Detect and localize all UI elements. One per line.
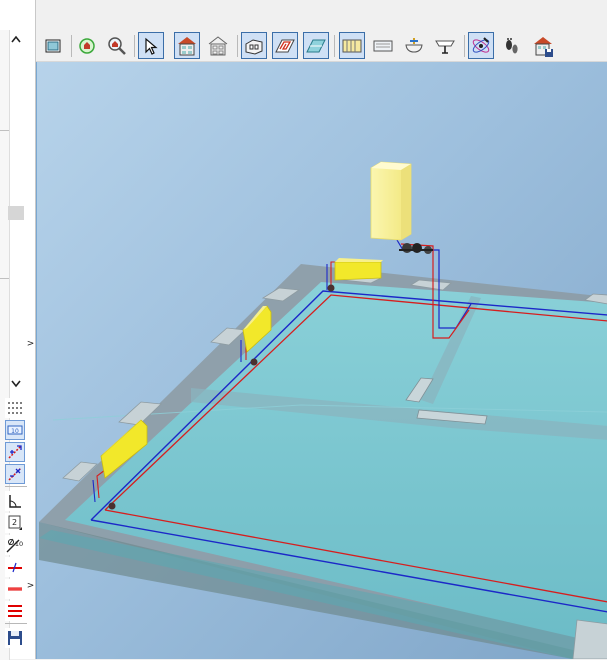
3d-viewport[interactable]	[36, 62, 607, 659]
boiler[interactable]	[370, 161, 412, 241]
heating-scene-3d[interactable]	[37, 62, 607, 659]
view-frame-icon[interactable]	[40, 32, 66, 59]
pipe-remove-icon[interactable]	[5, 464, 25, 484]
angle-icon[interactable]	[5, 491, 25, 511]
layer-label: 2	[12, 518, 17, 527]
panel-divider	[0, 130, 9, 131]
basin-icon[interactable]	[432, 32, 458, 59]
radiator-icon[interactable]	[339, 32, 365, 59]
floor-surface-icon[interactable]	[303, 32, 329, 59]
left-side-panel: > > 10 2 10	[0, 0, 36, 660]
zoom-search-icon[interactable]	[104, 32, 130, 59]
radiator-flat-icon[interactable]	[370, 32, 396, 59]
footprints-icon[interactable]	[499, 32, 525, 59]
house-wireframe-icon[interactable]	[205, 32, 231, 59]
zoom-rotate-icon[interactable]	[74, 32, 100, 59]
red-cross-pipe-icon[interactable]	[5, 557, 25, 577]
collapse-arrow-icon[interactable]: >	[26, 580, 35, 592]
house-save-icon[interactable]	[530, 32, 556, 59]
red-triple-line-icon[interactable]	[5, 601, 25, 621]
pipe-add-icon[interactable]	[5, 442, 25, 462]
toolbar-divider	[5, 486, 27, 487]
scroll-thumb[interactable]	[8, 206, 24, 220]
scroll-down-icon[interactable]	[9, 380, 23, 392]
diameter-label: 10	[15, 540, 23, 548]
house-full-icon[interactable]	[174, 32, 200, 59]
measure-10-icon[interactable]: 10	[5, 420, 25, 440]
select-pointer-icon[interactable]	[138, 32, 164, 59]
grid-dots-icon[interactable]	[5, 398, 25, 418]
collapse-arrow-icon[interactable]: >	[26, 338, 35, 350]
panel-divider	[0, 278, 9, 279]
measure-label: 10	[11, 428, 19, 435]
vertical-toolbar: 10 2 10	[5, 398, 27, 650]
radiator[interactable]	[334, 258, 383, 281]
toolbar-divider	[5, 623, 27, 624]
save-disk-icon[interactable]	[5, 628, 25, 648]
sink-tap-icon[interactable]	[401, 32, 427, 59]
layer-2-icon[interactable]: 2	[5, 513, 25, 533]
floor-heating-icon[interactable]	[272, 32, 298, 59]
atom-tools-icon[interactable]	[468, 32, 494, 59]
diameter-10-icon[interactable]: 10	[5, 535, 25, 555]
main-toolbar	[36, 31, 607, 62]
floor-box-icon[interactable]	[241, 32, 267, 59]
scroll-up-icon[interactable]	[9, 35, 23, 47]
red-double-line-icon[interactable]	[5, 579, 25, 599]
